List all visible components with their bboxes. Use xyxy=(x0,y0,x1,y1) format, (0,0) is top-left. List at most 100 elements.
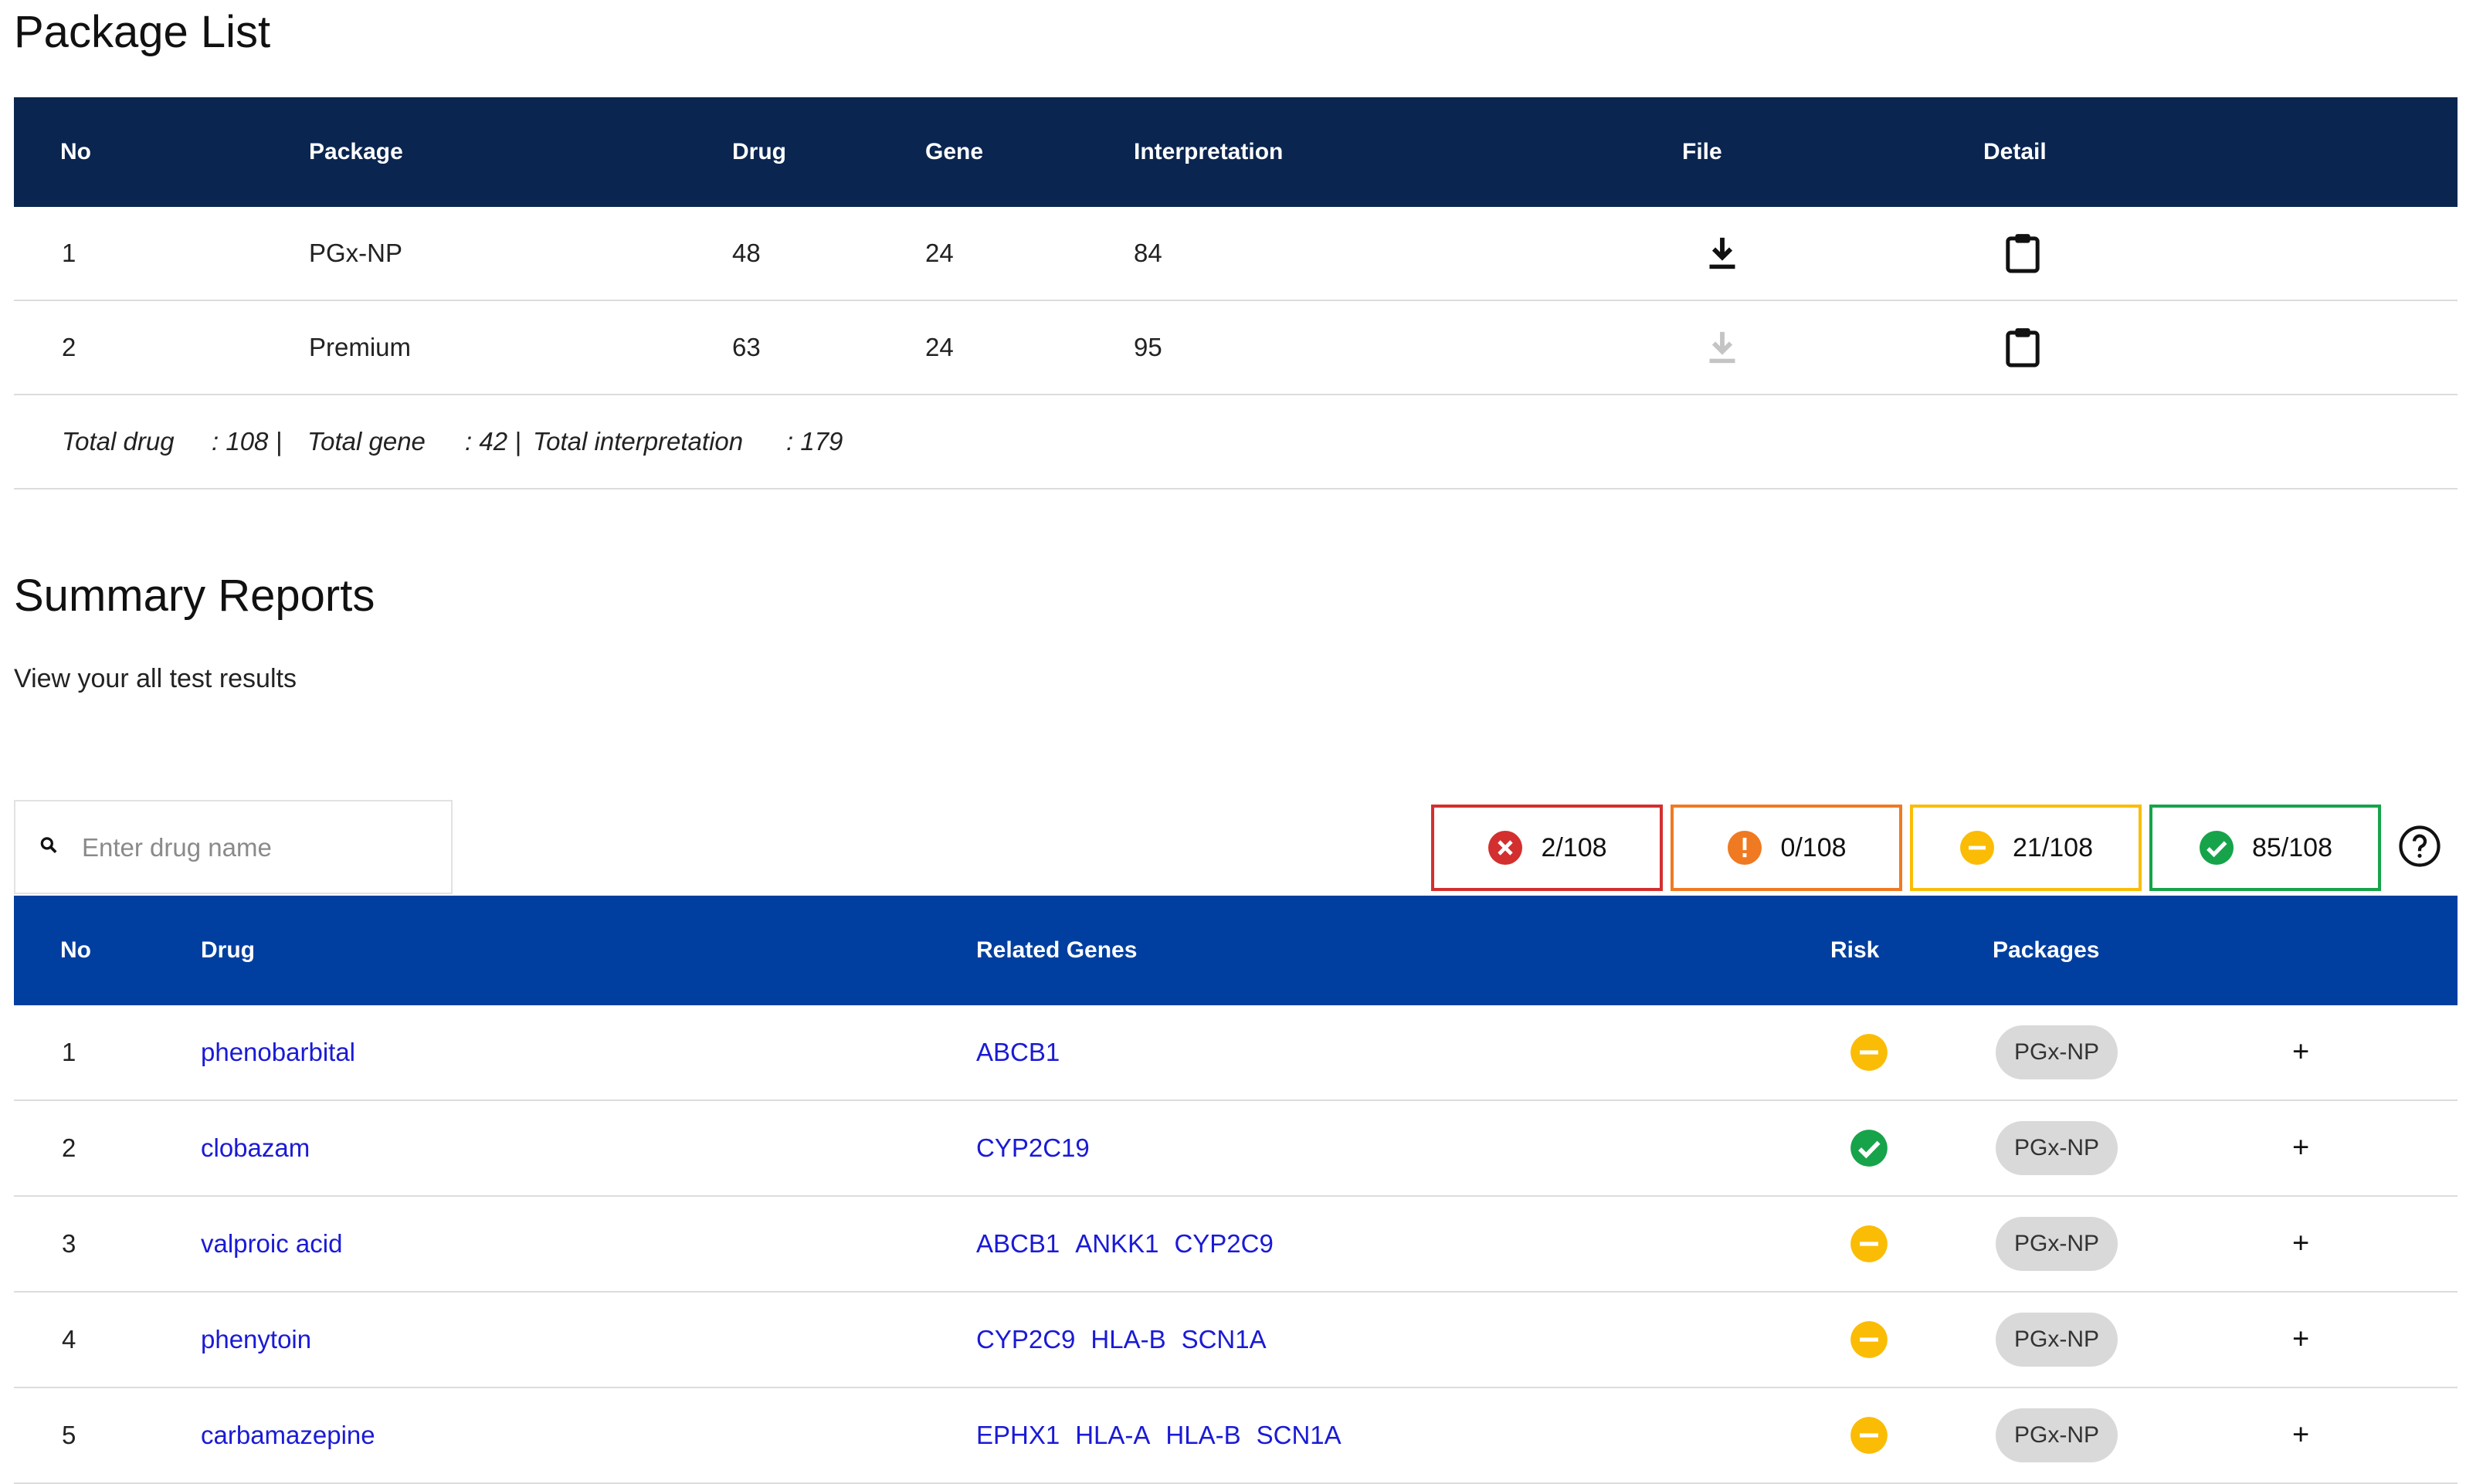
package-table-header: No Package Drug Gene Interpretation File… xyxy=(14,97,2458,207)
report-table-header: No Drug Related Genes Risk Packages xyxy=(14,896,2458,1005)
counter-warning-label: 0/108 xyxy=(1780,832,1847,862)
gene-link[interactable]: SCN1A xyxy=(1257,1421,1342,1449)
x-circle-icon xyxy=(1488,831,1523,865)
gene-link[interactable]: ABCB1 xyxy=(976,1038,1060,1066)
expand-button[interactable]: + xyxy=(2292,1228,2309,1261)
check-circle-icon xyxy=(1849,1128,1889,1168)
package-badge: PGx-NP xyxy=(1996,1121,2118,1175)
package-interp-count: 84 xyxy=(1134,239,1162,267)
clipboard-icon[interactable] xyxy=(2005,232,2040,274)
total-interp-label: Total interpretation xyxy=(533,427,744,456)
header-drug: Drug xyxy=(201,937,255,963)
expand-button[interactable]: + xyxy=(2292,1323,2309,1357)
package-badge: PGx-NP xyxy=(1996,1313,2118,1367)
help-icon[interactable] xyxy=(2398,825,2441,872)
gene-link[interactable]: ANKK1 xyxy=(1075,1229,1158,1258)
minus-circle-icon xyxy=(1849,1320,1889,1360)
counter-normal[interactable]: 85/108 xyxy=(2149,805,2381,891)
drug-link[interactable]: carbamazepine xyxy=(201,1421,375,1450)
related-genes: CYP2C9 HLA-B SCN1A xyxy=(976,1325,1282,1354)
drug-link[interactable]: phenobarbital xyxy=(201,1038,355,1067)
package-gene-count: 24 xyxy=(925,239,954,267)
header-drug: Drug xyxy=(732,139,786,164)
package-no: 1 xyxy=(62,239,76,267)
gene-link[interactable]: HLA-A xyxy=(1075,1421,1150,1449)
search-icon xyxy=(39,835,59,859)
report-row: 3 valproic acid ABCB1 ANKK1 CYP2C9 PGx-NP + xyxy=(14,1197,2458,1293)
report-no: 3 xyxy=(62,1229,76,1258)
drug-link[interactable]: valproic acid xyxy=(201,1229,342,1259)
clipboard-icon[interactable] xyxy=(2005,327,2040,368)
package-no: 2 xyxy=(62,333,76,361)
expand-button[interactable]: + xyxy=(2292,1419,2309,1452)
package-badge: PGx-NP xyxy=(1996,1408,2118,1462)
expand-button[interactable]: + xyxy=(2292,1132,2309,1165)
package-row: 2 Premium 63 24 95 xyxy=(14,301,2458,395)
drug-search-box xyxy=(14,800,453,894)
report-row: 2 clobazam CYP2C19 PGx-NP + xyxy=(14,1101,2458,1197)
total-gene-label: Total gene xyxy=(307,427,426,456)
check-circle-icon xyxy=(2200,831,2234,865)
gene-link[interactable]: EPHX1 xyxy=(976,1421,1060,1449)
gene-link[interactable]: CYP2C9 xyxy=(976,1325,1075,1354)
counter-warning[interactable]: 0/108 xyxy=(1671,805,1902,891)
drug-search-input[interactable] xyxy=(80,801,439,894)
total-drug-label: Total drug xyxy=(62,427,175,456)
header-no: No xyxy=(60,937,91,963)
summary-title: Summary Reports xyxy=(14,571,375,621)
package-row: 1 PGx-NP 48 24 84 xyxy=(14,207,2458,301)
package-name: PGx-NP xyxy=(309,239,403,267)
header-gene: Gene xyxy=(925,139,984,164)
expand-button[interactable]: + xyxy=(2292,1036,2309,1069)
summary-subtitle: View your all test results xyxy=(14,664,297,693)
package-drug-count: 63 xyxy=(732,333,761,361)
package-totals: Total drug : 108 | Total gene : 42 | Tot… xyxy=(14,395,2458,490)
report-row: 4 phenytoin CYP2C9 HLA-B SCN1A PGx-NP + xyxy=(14,1293,2458,1388)
gene-link[interactable]: CYP2C9 xyxy=(1174,1229,1273,1258)
counter-danger-label: 2/108 xyxy=(1541,832,1607,862)
minus-circle-icon xyxy=(1849,1415,1889,1455)
minus-circle-icon xyxy=(1849,1224,1889,1264)
related-genes: CYP2C19 xyxy=(976,1133,1105,1163)
header-interpretation: Interpretation xyxy=(1134,139,1284,164)
drug-link[interactable]: clobazam xyxy=(201,1133,310,1163)
package-name: Premium xyxy=(309,333,412,361)
total-gene-value: : 42 | xyxy=(465,427,521,456)
report-row: 1 phenobarbital ABCB1 PGx-NP + xyxy=(14,1005,2458,1101)
header-detail: Detail xyxy=(1983,139,2047,164)
counter-danger[interactable]: 2/108 xyxy=(1431,805,1663,891)
related-genes: ABCB1 ANKK1 CYP2C9 xyxy=(976,1229,1289,1259)
header-risk: Risk xyxy=(1830,937,1880,963)
related-genes: EPHX1 HLA-A HLA-B SCN1A xyxy=(976,1421,1357,1450)
report-no: 4 xyxy=(62,1325,76,1354)
minus-circle-icon xyxy=(1849,1032,1889,1072)
package-badge: PGx-NP xyxy=(1996,1217,2118,1271)
counter-caution[interactable]: 21/108 xyxy=(1910,805,2142,891)
header-packages: Packages xyxy=(1993,937,2100,963)
download-icon[interactable] xyxy=(1705,329,1739,366)
header-file: File xyxy=(1682,139,1722,164)
gene-link[interactable]: HLA-B xyxy=(1165,1421,1240,1449)
total-interp-value: : 179 xyxy=(786,427,843,456)
gene-link[interactable]: SCN1A xyxy=(1182,1325,1267,1354)
package-drug-count: 48 xyxy=(732,239,761,267)
gene-link[interactable]: HLA-B xyxy=(1091,1325,1165,1354)
report-no: 5 xyxy=(62,1421,76,1449)
header-related-genes: Related Genes xyxy=(976,937,1138,963)
gene-link[interactable]: CYP2C19 xyxy=(976,1133,1090,1162)
report-no: 2 xyxy=(62,1133,76,1162)
header-package: Package xyxy=(309,139,403,164)
package-badge: PGx-NP xyxy=(1996,1025,2118,1079)
package-list-title: Package List xyxy=(14,7,271,57)
drug-link[interactable]: phenytoin xyxy=(201,1325,311,1354)
related-genes: ABCB1 xyxy=(976,1038,1075,1067)
package-interp-count: 95 xyxy=(1134,333,1162,361)
exclamation-circle-icon xyxy=(1728,831,1762,865)
header-no: No xyxy=(60,139,91,164)
total-drug-value: : 108 | xyxy=(212,427,283,456)
package-gene-count: 24 xyxy=(925,333,954,361)
download-icon[interactable] xyxy=(1705,235,1739,272)
gene-link[interactable]: ABCB1 xyxy=(976,1229,1060,1258)
minus-circle-icon xyxy=(1960,831,1994,865)
report-row: 5 carbamazepine EPHX1 HLA-A HLA-B SCN1A PGx-NP… xyxy=(14,1388,2458,1484)
